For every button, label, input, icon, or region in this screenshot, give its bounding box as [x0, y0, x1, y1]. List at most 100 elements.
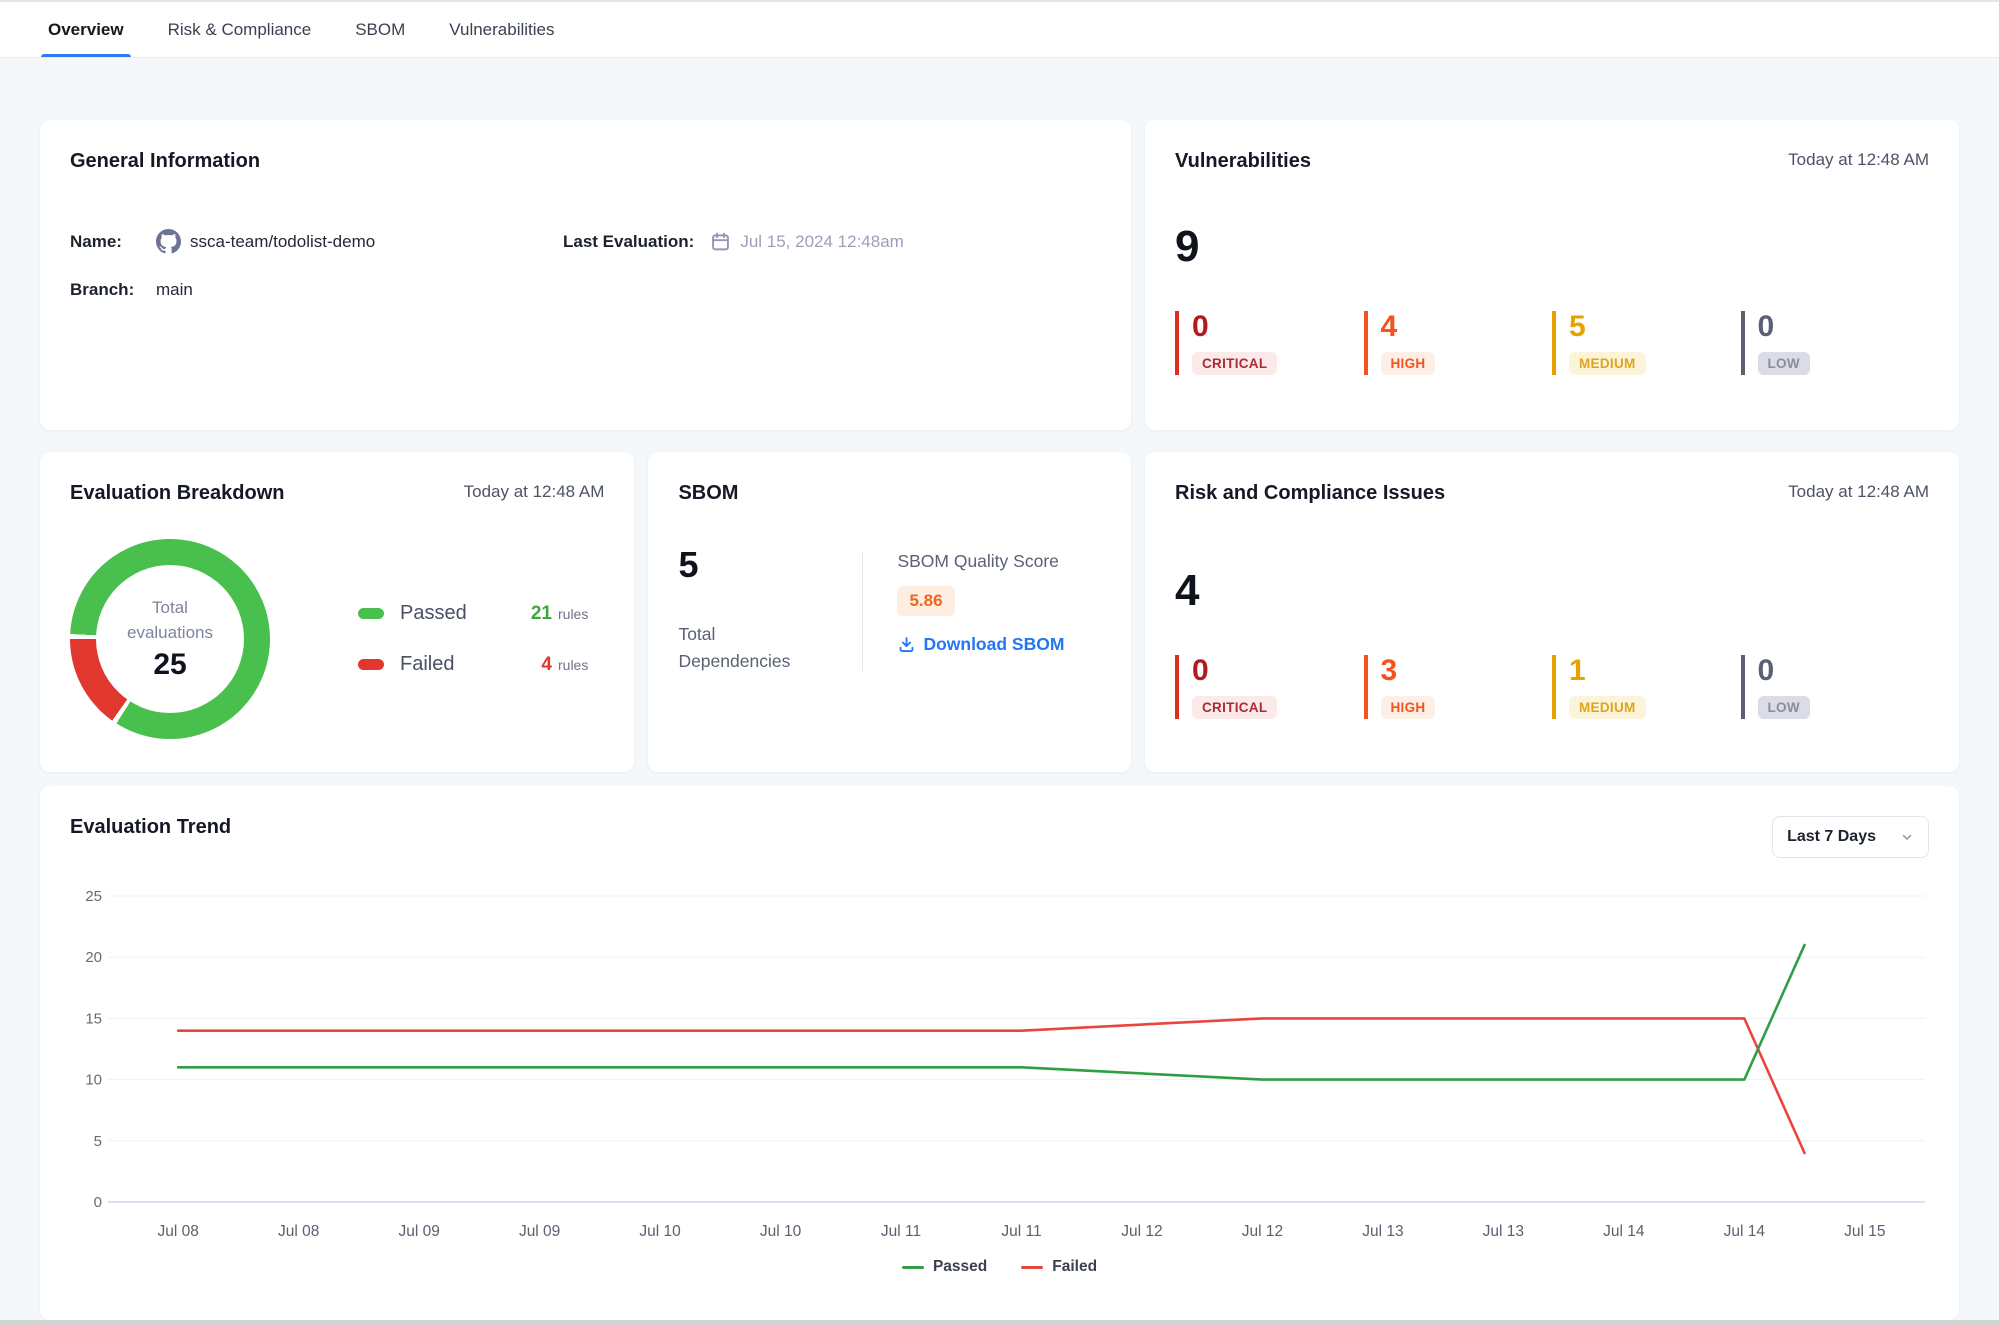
svg-text:Jul 08: Jul 08	[158, 1223, 199, 1240]
total-dependencies-count: 5	[678, 547, 862, 583]
risk-low-stat: 0 LOW	[1741, 655, 1930, 719]
failed-label: Failed	[400, 653, 504, 676]
passed-label: Passed	[400, 602, 504, 625]
download-icon	[897, 635, 916, 654]
vuln-high-stat: 4 HIGH	[1364, 311, 1553, 375]
svg-text:Jul 08: Jul 08	[278, 1223, 319, 1240]
svg-text:Jul 11: Jul 11	[881, 1223, 921, 1240]
medium-badge: MEDIUM	[1569, 352, 1646, 375]
high-badge: HIGH	[1381, 696, 1436, 719]
vuln-critical-count: 0	[1192, 311, 1364, 343]
calendar-icon	[710, 231, 731, 252]
vuln-medium-stat: 5 MEDIUM	[1552, 311, 1741, 375]
trend-legend-passed[interactable]: Passed	[902, 1258, 987, 1276]
dashboard-page: General Information Name: ssca-team/todo…	[0, 58, 1999, 1320]
evaluation-trend-title: Evaluation Trend	[70, 816, 231, 839]
evaluations-donut-chart: Total evaluations 25	[70, 539, 270, 739]
legend-row-failed: Failed 4 rules	[358, 653, 588, 676]
evaluation-breakdown-timestamp: Today at 12:48 AM	[464, 482, 605, 502]
risk-compliance-title: Risk and Compliance Issues	[1175, 482, 1445, 505]
donut-center-label-2: evaluations	[127, 623, 213, 642]
vulnerabilities-title: Vulnerabilities	[1175, 150, 1311, 173]
low-badge: LOW	[1758, 696, 1810, 719]
donut-center-label-1: Total	[152, 598, 188, 617]
svg-text:Jul 14: Jul 14	[1724, 1223, 1766, 1240]
passed-line-icon	[902, 1266, 924, 1269]
sbom-title: SBOM	[678, 482, 738, 505]
vuln-critical-stat: 0 CRITICAL	[1175, 311, 1364, 375]
svg-text:10: 10	[85, 1072, 102, 1089]
vuln-low-stat: 0 LOW	[1741, 311, 1930, 375]
repo-name-value: ssca-team/todolist-demo	[190, 232, 375, 252]
risk-critical-stat: 0 CRITICAL	[1175, 655, 1364, 719]
evaluation-trend-card: Evaluation Trend Last 7 Days 0510152025J…	[40, 786, 1959, 1320]
last-evaluation-value: Jul 15, 2024 12:48am	[740, 232, 904, 252]
risk-medium-stat: 1 MEDIUM	[1552, 655, 1741, 719]
evaluation-breakdown-card: Evaluation Breakdown Today at 12:48 AM T…	[40, 452, 634, 772]
download-sbom-label: Download SBOM	[923, 634, 1064, 655]
donut-total: 25	[153, 648, 186, 682]
svg-text:Jul 13: Jul 13	[1483, 1223, 1524, 1240]
high-badge: HIGH	[1381, 352, 1436, 375]
svg-text:15: 15	[85, 1010, 102, 1027]
name-label: Name:	[70, 232, 138, 252]
chevron-down-icon	[1900, 830, 1914, 844]
svg-text:Jul 13: Jul 13	[1362, 1223, 1403, 1240]
passed-value: 21	[504, 603, 552, 625]
legend-row-passed: Passed 21 rules	[358, 602, 588, 625]
svg-text:Jul 09: Jul 09	[398, 1223, 439, 1240]
passed-pill-icon	[358, 608, 384, 619]
evaluation-trend-chart: 0510152025Jul 08Jul 08Jul 09Jul 09Jul 10…	[70, 882, 1929, 1254]
svg-text:Jul 15: Jul 15	[1844, 1223, 1885, 1240]
tab-overview[interactable]: Overview	[48, 2, 124, 57]
failed-value: 4	[504, 654, 552, 676]
trend-legend-failed[interactable]: Failed	[1021, 1258, 1097, 1276]
svg-text:Jul 14: Jul 14	[1603, 1223, 1645, 1240]
svg-text:Jul 10: Jul 10	[639, 1223, 681, 1240]
sbom-quality-score-label: SBOM Quality Score	[897, 551, 1064, 572]
vuln-low-count: 0	[1758, 311, 1930, 343]
svg-text:5: 5	[94, 1133, 102, 1150]
branch-row: Branch: main	[70, 280, 1101, 300]
sbom-card: SBOM 5 Total Dependencies SBOM Quality S…	[648, 452, 1131, 772]
svg-text:Jul 09: Jul 09	[519, 1223, 560, 1240]
failed-line-icon	[1021, 1266, 1043, 1269]
tab-bar: Overview Risk & Compliance SBOM Vulnerab…	[0, 0, 1999, 58]
vuln-high-count: 4	[1381, 311, 1553, 343]
svg-text:20: 20	[85, 949, 102, 966]
failed-unit: rules	[558, 657, 588, 673]
risk-total: 4	[1175, 569, 1929, 613]
low-badge: LOW	[1758, 352, 1810, 375]
svg-text:Jul 10: Jul 10	[760, 1223, 802, 1240]
vulnerabilities-card: Vulnerabilities Today at 12:48 AM 9 0 CR…	[1145, 120, 1959, 430]
svg-text:25: 25	[85, 888, 102, 905]
critical-badge: CRITICAL	[1192, 352, 1277, 375]
branch-label: Branch:	[70, 280, 138, 300]
risk-compliance-card: Risk and Compliance Issues Today at 12:4…	[1145, 452, 1959, 772]
total-dependencies-label: Total Dependencies	[678, 621, 808, 675]
date-range-select[interactable]: Last 7 Days	[1772, 816, 1929, 858]
risk-medium-count: 1	[1569, 655, 1741, 687]
sbom-quality-score-value: 5.86	[897, 586, 954, 616]
passed-unit: rules	[558, 606, 588, 622]
download-sbom-link[interactable]: Download SBOM	[897, 634, 1064, 655]
risk-critical-count: 0	[1192, 655, 1364, 687]
donut-center: Total evaluations 25	[96, 565, 244, 713]
tab-vulnerabilities[interactable]: Vulnerabilities	[449, 2, 554, 57]
svg-text:Jul 12: Jul 12	[1242, 1223, 1283, 1240]
tab-sbom[interactable]: SBOM	[355, 2, 405, 57]
github-icon	[156, 229, 181, 254]
vulnerabilities-total: 9	[1175, 225, 1929, 269]
vuln-medium-count: 5	[1569, 311, 1741, 343]
svg-text:Jul 12: Jul 12	[1121, 1223, 1162, 1240]
tab-risk-compliance[interactable]: Risk & Compliance	[168, 2, 312, 57]
risk-compliance-timestamp: Today at 12:48 AM	[1788, 482, 1929, 502]
trend-failed-label: Failed	[1052, 1258, 1097, 1276]
horizontal-scrollbar[interactable]	[0, 1320, 1999, 1326]
last-evaluation-label: Last Evaluation:	[563, 232, 694, 252]
medium-badge: MEDIUM	[1569, 696, 1646, 719]
vulnerabilities-timestamp: Today at 12:48 AM	[1788, 150, 1929, 170]
date-range-value: Last 7 Days	[1787, 828, 1876, 846]
trend-legend: Passed Failed	[70, 1258, 1929, 1276]
evaluation-breakdown-title: Evaluation Breakdown	[70, 482, 285, 505]
